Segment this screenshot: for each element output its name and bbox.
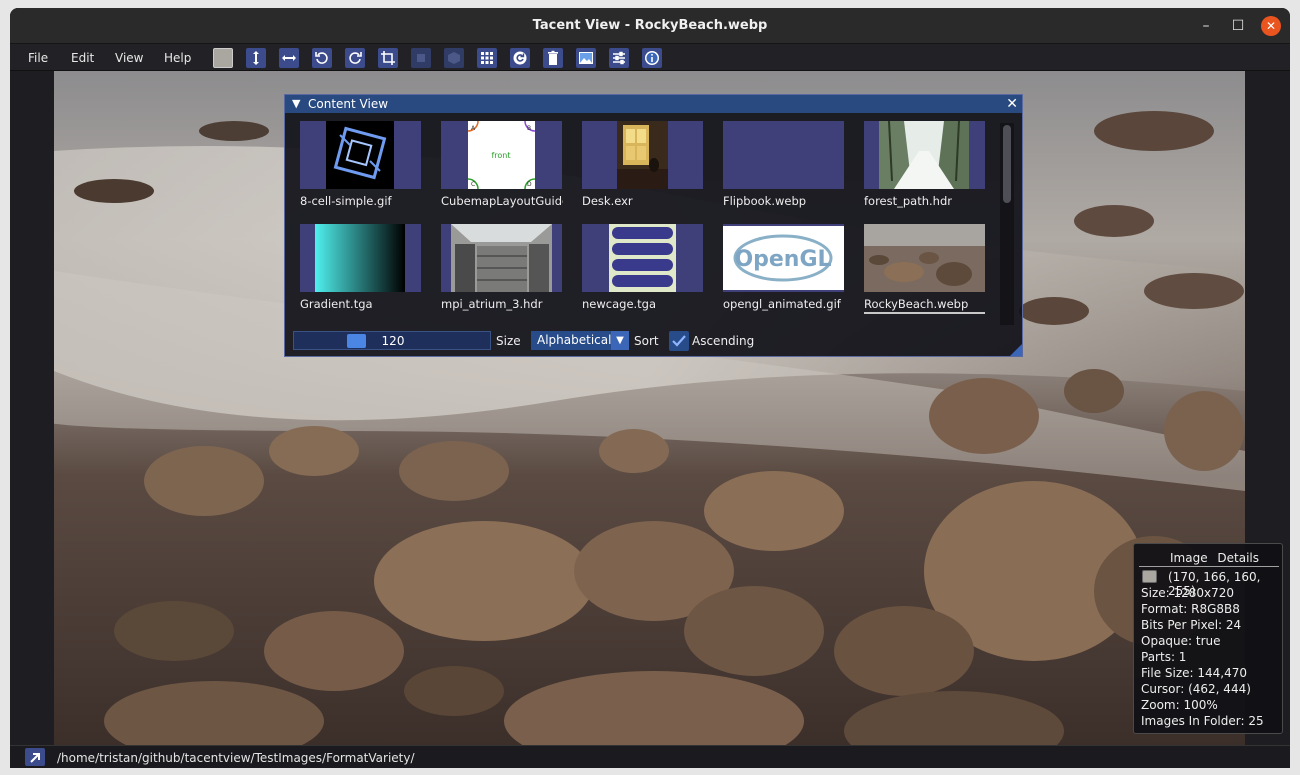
- thumb-flipbook[interactable]: [723, 121, 844, 189]
- checkmark-icon: [672, 335, 686, 347]
- content-view-header[interactable]: ▼ Content View ✕: [285, 95, 1022, 113]
- detail-images-in-folder: Images In Folder: 25: [1141, 714, 1264, 728]
- image-icon[interactable]: [576, 48, 596, 68]
- sort-dropdown-value: Alphabetical: [537, 333, 612, 347]
- thumb-corner-c: C: [471, 181, 475, 188]
- image-details-panel: Image Details (170, 166, 160, 255) Size:…: [1133, 543, 1283, 734]
- sort-dropdown[interactable]: Alphabetical ▼: [531, 331, 629, 350]
- thumb-forest-path[interactable]: [864, 121, 985, 189]
- sort-label: Sort: [634, 334, 659, 348]
- flip-vertical-icon[interactable]: [246, 48, 266, 68]
- thumb-opengl-logo: OpenGL: [734, 247, 831, 272]
- detail-cursor: Cursor: (462, 444): [1141, 682, 1251, 696]
- size-label: Size: [496, 334, 521, 348]
- thumb-cubemap-layout-guide[interactable]: front A B C D: [441, 121, 562, 189]
- grid-icon[interactable]: [477, 48, 497, 68]
- status-bar: /home/tristan/github/tacentview/TestImag…: [10, 745, 1290, 768]
- ascending-checkbox[interactable]: [669, 331, 689, 351]
- details-divider: [1139, 566, 1279, 567]
- rotate-cw-icon[interactable]: [345, 48, 365, 68]
- thumb-opengl-animated[interactable]: OpenGL: [723, 224, 844, 292]
- thumb-rocky-beach[interactable]: [864, 224, 985, 292]
- ascending-label: Ascending: [692, 334, 755, 348]
- detail-bpp: Bits Per Pixel: 24: [1141, 618, 1242, 632]
- detail-zoom: Zoom: 100%: [1141, 698, 1218, 712]
- rotate-ccw-icon[interactable]: [312, 48, 332, 68]
- detail-file-size: File Size: 144,470: [1141, 666, 1248, 680]
- maximize-button[interactable]: ☐: [1228, 16, 1248, 36]
- thumb-front-label: front: [491, 151, 510, 160]
- thumb-newcage[interactable]: [582, 224, 703, 292]
- detail-parts: Parts: 1: [1141, 650, 1187, 664]
- sliders-icon[interactable]: [609, 48, 629, 68]
- menu-view[interactable]: View: [115, 51, 143, 65]
- file-label: Desk.exr: [582, 194, 633, 208]
- square-icon[interactable]: [411, 48, 431, 68]
- details-header: Image Details: [1170, 551, 1259, 565]
- selection-underline: [864, 312, 985, 314]
- resize-grip-icon[interactable]: [1010, 344, 1022, 356]
- thumb-8-cell-simple[interactable]: [300, 121, 421, 189]
- file-label: opengl_animated.gif: [723, 297, 841, 311]
- file-label: Flipbook.webp: [723, 194, 807, 208]
- file-label-selected: RockyBeach.webp: [864, 297, 969, 311]
- thumb-corner-b: B: [527, 125, 531, 132]
- thumb-corner-d: D: [527, 181, 532, 188]
- file-label: newcage.tga: [582, 297, 657, 311]
- detail-size: Size: 1280x720: [1141, 586, 1235, 600]
- file-label: 8-cell-simple.gif: [300, 194, 392, 208]
- background-swatch-button[interactable]: [213, 48, 233, 68]
- thumb-mpi-atrium[interactable]: [441, 224, 562, 292]
- content-view-panel: ▼ Content View ✕ 8-cell-simple.gif front…: [284, 94, 1023, 357]
- refresh-icon[interactable]: [510, 48, 530, 68]
- thumbnail-size-slider[interactable]: 120: [293, 331, 491, 350]
- detail-format: Format: R8G8B8: [1141, 602, 1240, 616]
- delete-icon[interactable]: [543, 48, 563, 68]
- dropdown-arrow-icon[interactable]: ▼: [611, 331, 629, 350]
- menu-file[interactable]: File: [28, 51, 48, 65]
- content-view-title: Content View: [308, 97, 389, 111]
- cube-icon[interactable]: [444, 48, 464, 68]
- menu-edit[interactable]: Edit: [71, 51, 94, 65]
- file-label: forest_path.hdr: [864, 194, 953, 208]
- detail-opaque: Opaque: true: [1141, 634, 1221, 648]
- window-title: Tacent View - RockyBeach.webp: [532, 18, 768, 33]
- file-label: mpi_atrium_3.hdr: [441, 297, 543, 311]
- parent-folder-button[interactable]: [25, 748, 45, 766]
- size-slider-value: 120: [381, 334, 405, 348]
- pixel-color-swatch[interactable]: [1142, 570, 1157, 583]
- menu-help[interactable]: Help: [164, 51, 191, 65]
- close-button[interactable]: ✕: [1261, 16, 1281, 36]
- folder-path: /home/tristan/github/tacentview/TestImag…: [57, 751, 415, 765]
- content-scrollbar-thumb[interactable]: [1003, 125, 1011, 203]
- info-icon[interactable]: [642, 48, 662, 68]
- file-label: CubemapLayoutGuide.: [441, 194, 563, 208]
- thumb-gradient[interactable]: [300, 224, 421, 292]
- thumb-desk-exr[interactable]: [582, 121, 703, 189]
- crop-icon[interactable]: [378, 48, 398, 68]
- collapse-arrow-icon[interactable]: ▼: [292, 97, 300, 110]
- flip-horizontal-icon[interactable]: [279, 48, 299, 68]
- content-view-close-icon[interactable]: ✕: [1006, 96, 1018, 112]
- file-label: Gradient.tga: [300, 297, 373, 311]
- minimize-button[interactable]: –: [1196, 16, 1216, 36]
- title-bar: Tacent View - RockyBeach.webp – ☐ ✕: [10, 8, 1290, 44]
